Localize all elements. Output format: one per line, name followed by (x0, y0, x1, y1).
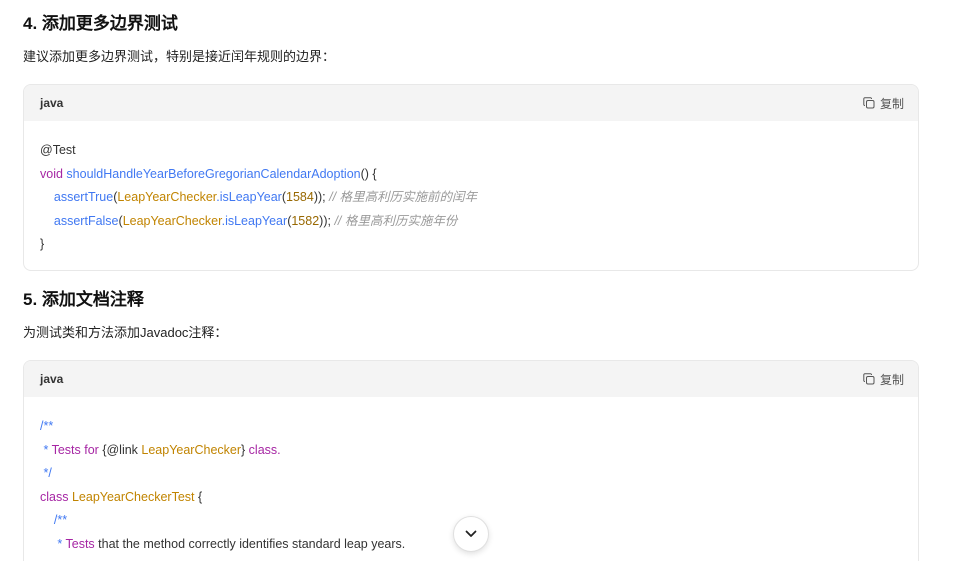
section-intro-5: 为测试类和方法添加Javadoc注释： (23, 325, 228, 340)
code-line: void shouldHandleYearBeforeGregorianCale… (40, 166, 377, 181)
code-line: } (40, 237, 45, 251)
code-header: java 复制 (24, 361, 918, 397)
section-intro-4: 建议添加更多边界测试，特别是接近闰年规则的边界： (23, 49, 336, 64)
copy-icon (863, 97, 875, 109)
code-language-label: java (40, 372, 64, 386)
code-block-1: java 复制 @Test void shouldHandleYearBefor… (23, 84, 919, 271)
code-line: assertFalse(LeapYearChecker.isLeapYear(1… (53, 213, 458, 228)
code-header: java 复制 (24, 85, 918, 121)
code-line: class LeapYearCheckerTest { (40, 489, 203, 504)
scroll-down-button[interactable] (453, 516, 489, 552)
copy-label: 复制 (879, 372, 904, 387)
code-line: @Test (40, 143, 76, 157)
code-body: @Test void shouldHandleYearBeforeGregori… (24, 121, 918, 270)
chevron-down-icon (465, 530, 477, 537)
section-heading-4: 4. 添加更多边界测试 (23, 14, 178, 33)
code-line: /** (40, 419, 54, 433)
copy-button[interactable]: 复制 (863, 94, 904, 112)
code-language-label: java (40, 96, 64, 110)
code-line: assertTrue(LeapYearChecker.isLeapYear(15… (53, 190, 478, 204)
code-line: */ (40, 466, 52, 480)
section-heading-5: 5. 添加文档注释 (23, 290, 144, 309)
copy-icon (863, 373, 875, 385)
copy-label: 复制 (879, 96, 904, 111)
copy-button[interactable]: 复制 (863, 370, 904, 388)
code-line: * Tests for {@link LeapYearChecker} clas… (40, 442, 281, 457)
